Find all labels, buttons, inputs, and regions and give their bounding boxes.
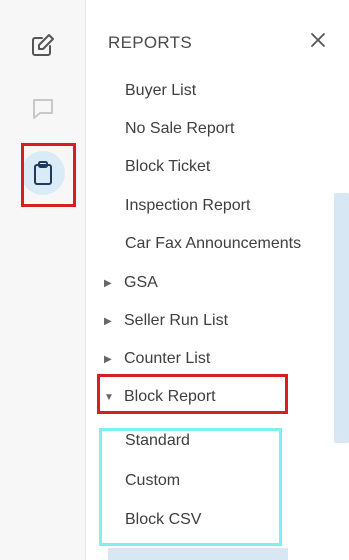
- group-label: Counter List: [124, 350, 211, 367]
- report-no-sale[interactable]: No Sale Report: [125, 120, 234, 138]
- icon-rail: [0, 0, 86, 560]
- chat-icon[interactable]: [20, 86, 66, 132]
- edit-icon[interactable]: [20, 22, 66, 68]
- block-report-highlight-box: [97, 374, 288, 414]
- group-seller-run-list[interactable]: ▶ Seller Run List: [104, 312, 228, 330]
- sub-items-highlight-box: [99, 428, 282, 546]
- expand-arrow-icon: ▶: [104, 315, 112, 327]
- report-inspection[interactable]: Inspection Report: [125, 197, 250, 215]
- group-counter-list[interactable]: ▶ Counter List: [104, 350, 210, 368]
- expand-arrow-icon: ▶: [104, 353, 112, 365]
- report-buyer-list[interactable]: Buyer List: [125, 82, 196, 100]
- clipboard-highlight-box: [21, 143, 76, 207]
- close-icon[interactable]: [305, 27, 331, 53]
- group-gsa[interactable]: ▶ GSA: [104, 274, 158, 292]
- report-block-ticket[interactable]: Block Ticket: [125, 158, 210, 176]
- horizontal-scrollbar[interactable]: [108, 548, 288, 560]
- report-car-fax[interactable]: Car Fax Announcements: [125, 235, 301, 253]
- panel-title: REPORTS: [108, 33, 192, 52]
- group-label: GSA: [124, 274, 158, 291]
- group-label: Seller Run List: [124, 312, 229, 329]
- scrollbar[interactable]: [334, 193, 349, 443]
- expand-arrow-icon: ▶: [104, 277, 112, 289]
